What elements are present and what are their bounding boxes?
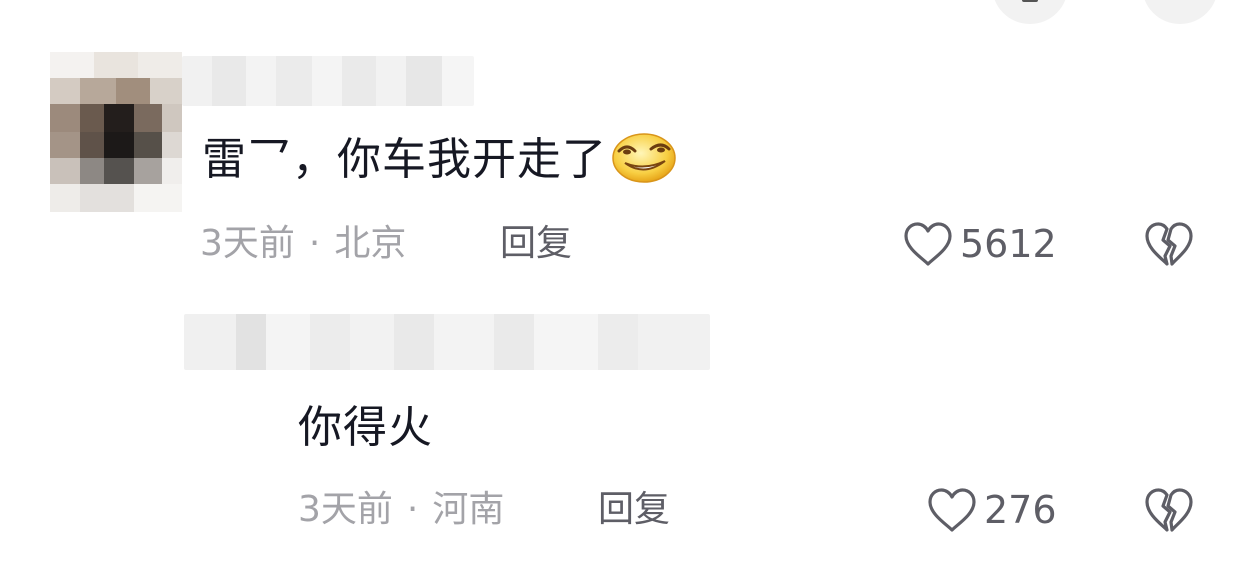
minus-icon	[1022, 0, 1038, 2]
like-count: 5612	[960, 222, 1057, 266]
comment-meta: 3天前 · 北京	[200, 220, 406, 268]
comment-location: 北京	[334, 223, 407, 264]
username-blurred[interactable]	[182, 56, 474, 106]
sly-grin-emoji-icon	[612, 133, 676, 183]
reply-button[interactable]: 回复	[500, 220, 572, 268]
meta-separator: ·	[308, 223, 321, 264]
broken-heart-icon	[1145, 222, 1193, 266]
heart-outline-icon	[928, 488, 976, 532]
broken-heart-icon	[1145, 488, 1193, 532]
avatar[interactable]	[50, 52, 182, 212]
meta-separator: ·	[406, 489, 419, 530]
reply-comment-meta: 3天前 · 河南	[298, 486, 504, 534]
reply-comment-time: 3天前	[298, 489, 393, 530]
heart-outline-icon	[904, 222, 952, 266]
reply-comment-location: 河南	[432, 489, 505, 530]
like-count: 276	[984, 488, 1057, 532]
top-action-button-2[interactable]	[1142, 0, 1218, 24]
reply-user-blurred[interactable]	[184, 314, 710, 370]
dislike-button[interactable]	[1143, 486, 1195, 534]
comment-text-body: 雷乛，你车我开走了	[202, 134, 607, 185]
like-button[interactable]: 276	[926, 486, 1057, 534]
like-button[interactable]: 5612	[902, 220, 1057, 268]
dislike-button[interactable]	[1143, 220, 1195, 268]
top-action-button[interactable]	[992, 0, 1068, 24]
reply-comment-text: 你得火	[298, 402, 433, 453]
comment-time: 3天前	[200, 223, 295, 264]
reply-button[interactable]: 回复	[598, 486, 670, 534]
comment-text: 雷乛，你车我开走了	[202, 132, 677, 188]
